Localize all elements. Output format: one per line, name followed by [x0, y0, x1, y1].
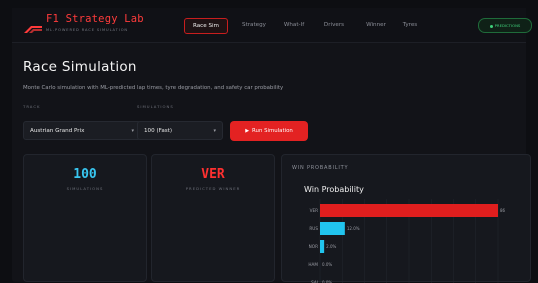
category-label: RUS	[309, 226, 318, 231]
run-simulation-button[interactable]: ▶Run Simulation	[230, 121, 308, 141]
page-subtitle: Monte Carlo simulation with ML-predicted…	[23, 85, 283, 91]
tab-what-if[interactable]: What-If	[276, 18, 312, 32]
tab-winner[interactable]: Winner	[356, 18, 396, 32]
track-select-value: Austrian Grand Prix	[30, 128, 84, 134]
top-nav: F1 Strategy Lab ML-POWERED RACE SIMULATI…	[12, 8, 526, 43]
tab-race-sim[interactable]: Race Sim	[184, 18, 228, 34]
category-label: NOR	[309, 244, 318, 249]
predicted-winner-label: PREDICTED WINNER	[152, 186, 274, 191]
bar-rus	[320, 222, 345, 235]
chevron-down-icon: ▾	[213, 122, 216, 141]
predicted-winner-value: VER	[152, 167, 274, 182]
value-label: 0.0%	[322, 262, 332, 267]
simulations-select[interactable]: 100 (Fast) ▾	[137, 121, 223, 140]
category-label: HAM	[308, 262, 318, 267]
bar-ver	[320, 204, 498, 217]
value-label: 2.0%	[326, 244, 336, 249]
tab-strategy[interactable]: Strategy	[234, 18, 274, 32]
tab-tyres[interactable]: Tyres	[392, 18, 428, 32]
value-label: 12.0%	[347, 226, 360, 231]
tab-drivers[interactable]: Drivers	[314, 18, 354, 32]
track-label: TRACK	[23, 104, 40, 109]
f1-logo-icon	[24, 23, 42, 33]
simulations-value: 100	[24, 167, 146, 182]
brand-subtitle: ML-POWERED RACE SIMULATION	[46, 28, 128, 32]
app-window: F1 Strategy Lab ML-POWERED RACE SIMULATI…	[12, 8, 526, 282]
simulations-select-value: 100 (Fast)	[144, 128, 172, 134]
status-text: PREDICTIONS	[495, 23, 521, 28]
simulations-stat-label: SIMULATIONS	[24, 186, 146, 191]
play-icon: ▶	[245, 128, 249, 134]
page-title: Race Simulation	[23, 59, 137, 75]
run-simulation-label: Run Simulation	[252, 128, 293, 134]
chevron-down-icon: ▾	[131, 122, 134, 141]
bar-nor	[320, 240, 324, 253]
status-badge: PREDICTIONS	[478, 18, 532, 33]
status-dot-icon	[490, 25, 493, 28]
predicted-winner-card: VER PREDICTED WINNER	[151, 154, 275, 282]
chart-title: Win Probability	[304, 185, 364, 194]
track-select[interactable]: Austrian Grand Prix ▾	[23, 121, 141, 140]
category-label: VER	[310, 208, 319, 213]
brand-title: F1 Strategy Lab	[46, 13, 144, 25]
value-label: 86	[500, 208, 506, 213]
win-probability-card: WIN PROBABILITY Win Probability VER 86 RUS…	[281, 154, 531, 282]
simulations-card: 100 SIMULATIONS	[23, 154, 147, 282]
simulations-label: SIMULATIONS	[137, 104, 174, 109]
win-probability-chart: VER86RUS12.0%NOR2.0%HAM0.0%SAI0.0%	[282, 199, 530, 283]
win-probability-header: WIN PROBABILITY	[292, 165, 348, 171]
